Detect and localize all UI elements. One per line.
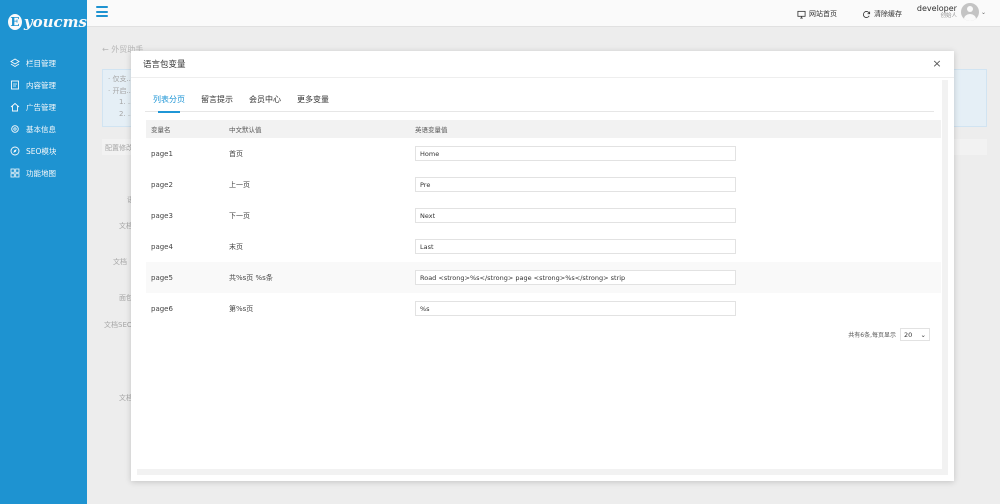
table-row: page3 下一页	[146, 200, 941, 231]
cn-value: 第%s页	[229, 304, 254, 313]
tab-member-center[interactable]: 会员中心	[241, 90, 289, 112]
var-name: page5	[146, 262, 224, 293]
var-name: page4	[151, 242, 173, 251]
cn-value: 上一页	[229, 180, 250, 189]
var-name: page6	[151, 304, 173, 313]
col-cn-default: 中文默认值	[224, 120, 410, 138]
table-row: page2 上一页	[146, 169, 941, 200]
table-row: page1 首页	[146, 138, 941, 169]
page-size-select[interactable]: 20 ⌄	[900, 328, 930, 341]
language-vars-modal: 语言包变量 × 列表分页 留言提示 会员中心 更多变量 变量名 中文默认值 英语…	[131, 51, 954, 481]
cn-value: 首页	[229, 149, 243, 158]
var-name: page2	[151, 180, 173, 189]
en-value-input[interactable]	[415, 239, 736, 254]
pagination: 共有6条,每页显示 20 ⌄	[848, 328, 930, 341]
table-row: page5 共%s页 %s条	[146, 262, 941, 293]
modal-content: 列表分页 留言提示 会员中心 更多变量 变量名 中文默认值 英语变量值 page…	[137, 80, 942, 469]
col-var-name: 变量名	[146, 120, 224, 138]
en-value-input[interactable]	[415, 270, 736, 285]
table-row: page6 第%s页	[146, 293, 941, 324]
en-value-input[interactable]	[415, 146, 736, 161]
tab-pagination[interactable]: 列表分页	[145, 90, 193, 113]
tab-message-tips[interactable]: 留言提示	[193, 90, 241, 112]
modal-title: 语言包变量	[131, 51, 954, 78]
modal-body: 列表分页 留言提示 会员中心 更多变量 变量名 中文默认值 英语变量值 page…	[137, 80, 948, 475]
pager-summary: 共有6条,每页显示	[848, 332, 896, 339]
var-name: page3	[151, 211, 173, 220]
en-value-input[interactable]	[415, 301, 736, 316]
table-row: page4 末页	[146, 231, 941, 262]
col-en-value: 英语变量值	[410, 120, 941, 138]
tab-bar: 列表分页 留言提示 会员中心 更多变量	[145, 90, 934, 113]
table-header: 变量名 中文默认值 英语变量值	[146, 120, 941, 138]
page-size-value: 20	[904, 330, 913, 339]
en-value-input[interactable]	[415, 177, 736, 192]
en-value-input[interactable]	[415, 208, 736, 223]
cn-value: 末页	[229, 242, 243, 251]
tab-more-vars[interactable]: 更多变量	[289, 90, 337, 112]
cn-value: 下一页	[229, 211, 250, 220]
chevron-down-icon: ⌄	[920, 330, 926, 339]
cn-value: 共%s页 %s条	[224, 262, 410, 293]
var-name: page1	[151, 149, 173, 158]
close-icon[interactable]: ×	[930, 57, 944, 71]
vars-table: 变量名 中文默认值 英语变量值 page1 首页 page2 上一页	[146, 120, 941, 324]
